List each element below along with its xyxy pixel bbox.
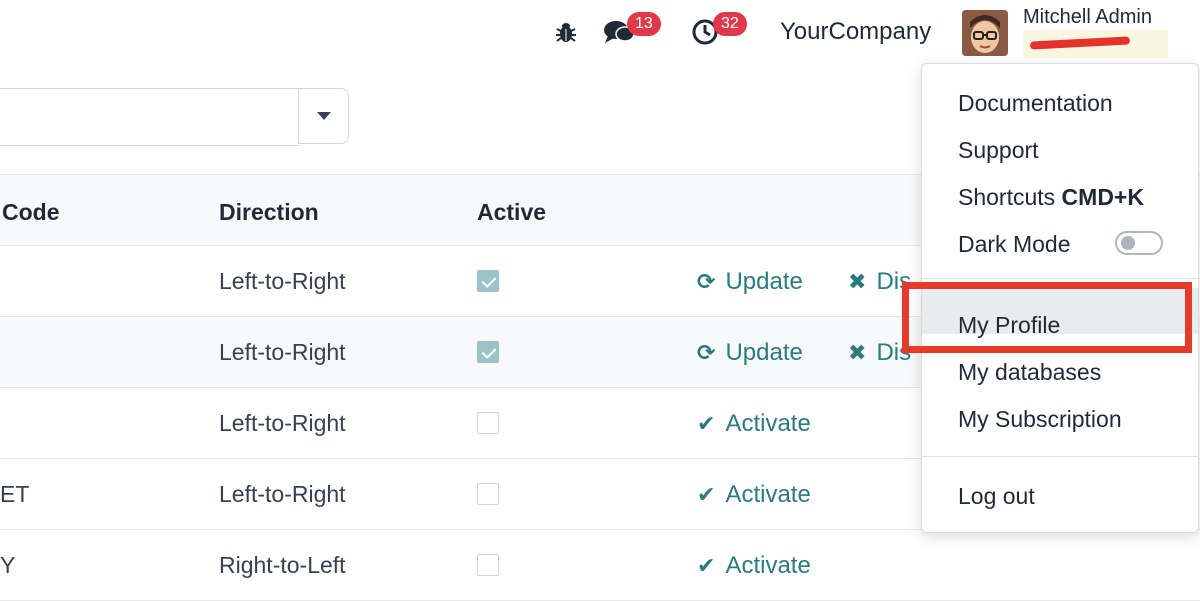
messages-button[interactable]: 13 [603, 0, 661, 64]
cell-direction: Left-to-Right [219, 481, 346, 507]
avatar[interactable] [962, 10, 1008, 56]
shortcuts-key: CMD+K [1061, 184, 1144, 210]
shortcuts-label: Shortcuts [958, 184, 1056, 210]
company-switcher[interactable]: YourCompany [780, 0, 931, 64]
update-button[interactable]: ⟳ Update [697, 268, 803, 296]
caret-down-icon [316, 112, 331, 120]
active-checkbox[interactable] [477, 341, 499, 363]
cell-code: Y [0, 552, 16, 578]
menu-item-support[interactable]: Support [958, 137, 1039, 164]
activate-label: Activate [725, 481, 811, 508]
activities-count-badge: 32 [713, 12, 747, 36]
cell-direction: Right-to-Left [219, 552, 346, 578]
activate-button[interactable]: ✔ Activate [697, 410, 811, 438]
cell-direction: Left-to-Right [219, 339, 346, 365]
debug-button[interactable] [553, 0, 579, 64]
cell-direction: Left-to-Right [219, 410, 346, 436]
menu-item-documentation[interactable]: Documentation [958, 90, 1113, 117]
cell-direction: Left-to-Right [219, 268, 346, 294]
search-options-toggle[interactable] [298, 88, 349, 144]
column-header-direction[interactable]: Direction [219, 199, 319, 226]
update-button[interactable]: ⟳ Update [697, 339, 803, 367]
dark-mode-toggle[interactable] [1115, 231, 1163, 255]
search-input[interactable] [0, 88, 299, 146]
annotation-highlight-box [902, 282, 1192, 353]
user-database-redacted [1023, 30, 1168, 58]
column-header-active[interactable]: Active [477, 199, 546, 226]
checkmark-icon: ✔ [697, 553, 716, 578]
close-icon: ✖ [848, 340, 867, 365]
menu-item-my-subscription[interactable]: My Subscription [958, 406, 1122, 433]
menu-divider [922, 456, 1198, 457]
bug-icon [556, 23, 576, 42]
activities-button[interactable]: 32 [691, 0, 747, 64]
column-header-code[interactable]: Code [2, 199, 60, 226]
update-label: Update [725, 268, 803, 295]
active-checkbox[interactable] [477, 554, 499, 576]
messages-count-badge: 13 [627, 12, 661, 36]
menu-divider [922, 278, 1198, 279]
user-name[interactable]: Mitchell Admin [1023, 6, 1152, 29]
refresh-icon: ⟳ [697, 340, 716, 365]
cell-code: ET [0, 481, 30, 507]
refresh-icon: ⟳ [697, 269, 716, 294]
menu-item-log-out[interactable]: Log out [958, 483, 1035, 510]
menu-item-dark-mode[interactable]: Dark Mode [958, 231, 1070, 258]
menu-item-my-databases[interactable]: My databases [958, 359, 1101, 386]
active-checkbox[interactable] [477, 412, 499, 434]
update-label: Update [725, 339, 803, 366]
checkmark-icon: ✔ [697, 411, 716, 436]
activate-button[interactable]: ✔ Activate [697, 552, 811, 580]
redaction-scribble [1029, 36, 1131, 50]
activate-button[interactable]: ✔ Activate [697, 481, 811, 509]
activate-label: Activate [725, 552, 811, 579]
active-checkbox[interactable] [477, 483, 499, 505]
checkmark-icon: ✔ [697, 482, 716, 507]
active-checkbox[interactable] [477, 270, 499, 292]
menu-item-shortcuts[interactable]: Shortcuts CMD+K [958, 184, 1144, 211]
toggle-knob [1121, 236, 1135, 250]
table-row[interactable]: Y Right-to-Left ✔ Activate [0, 530, 1200, 601]
activate-label: Activate [725, 410, 811, 437]
close-icon: ✖ [848, 269, 867, 294]
top-navbar: 13 32 YourCompany Mitchell Admin [0, 0, 1200, 64]
